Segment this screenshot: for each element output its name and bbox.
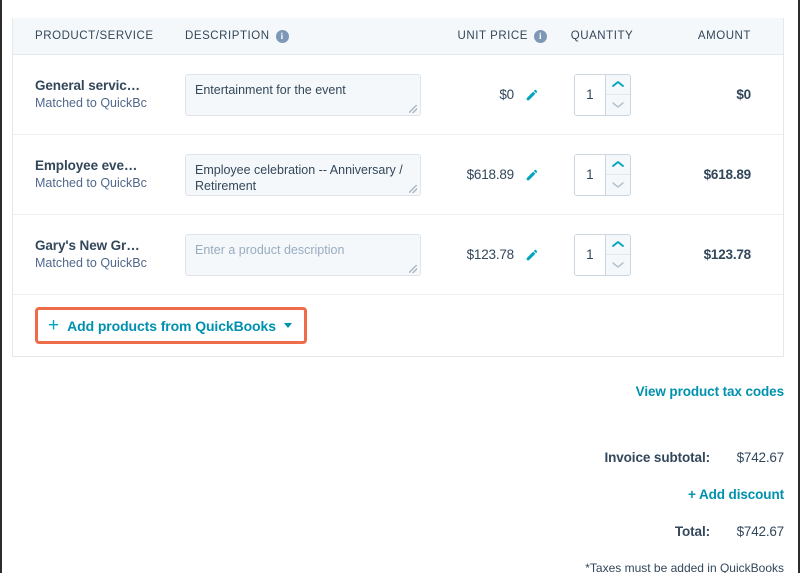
description-cell: Enter a product description [185,233,427,276]
unit-price-value: $0 [499,87,514,102]
column-header-description: DESCRIPTION i [185,29,427,43]
table-row: Employee eve… Matched to QuickBc Employe… [13,135,783,215]
table-header-row: PRODUCT/SERVICE DESCRIPTION i UNIT PRICE… [13,18,783,55]
quantity-increment-icon[interactable] [606,75,630,95]
column-header-unit-price-label: UNIT PRICE [457,30,528,42]
quantity-stepper[interactable]: 1 [573,233,631,276]
plus-icon: + [48,315,60,336]
product-name: Gary's New Gr… [35,238,140,253]
column-header-quantity: QUANTITY [547,30,657,42]
subtotal-line: Invoice subtotal: $742.67 [364,450,784,465]
product-name: Employee eve… [35,158,138,173]
product-match-status: Matched to QuickBc [35,256,147,270]
resize-handle-icon[interactable] [409,184,418,194]
quantity-input[interactable]: 1 [574,234,606,275]
unit-price-value: $123.78 [466,247,515,262]
window-left-edge [0,0,2,573]
add-products-label: Add products from QuickBooks [67,317,276,334]
column-header-amount-label: AMOUNT [697,30,751,42]
invoice-line-items-screen: PRODUCT/SERVICE DESCRIPTION i UNIT PRICE… [0,0,800,573]
table-row: General servic… Matched to QuickBc Enter… [13,55,783,135]
quantity-decrement-icon[interactable] [606,175,629,195]
total-label: Total: [674,524,710,539]
description-cell: Entertainment for the event [185,73,427,116]
quantity-increment-icon[interactable] [606,155,630,175]
quantity-input[interactable]: 1 [574,74,606,115]
column-header-quantity-label: QUANTITY [570,30,634,42]
quantity-increment-icon[interactable] [606,235,630,255]
invoice-summary: Invoice subtotal: $742.67 + Add discount… [364,450,784,573]
product-name: General servic… [35,78,141,93]
quantity-arrows [605,154,630,195]
description-input[interactable]: Employee celebration -- Anniversary / Re… [185,153,421,196]
quantity-input[interactable]: 1 [574,154,606,195]
total-line: Total: $742.67 [364,524,784,539]
chevron-down-icon[interactable] [283,323,292,328]
column-header-amount: AMOUNT [657,30,771,42]
unit-price-info-icon[interactable]: i [534,29,547,43]
column-header-unit-price: UNIT PRICE i [427,29,547,43]
total-value: $742.67 [736,524,785,539]
quantity-arrows [605,234,630,275]
table-row: Gary's New Gr… Matched to QuickBc Enter … [13,215,783,295]
description-info-icon[interactable]: i [275,29,289,43]
subtotal-value: $742.67 [736,450,785,465]
quantity-stepper[interactable]: 1 [573,153,631,196]
product-match-status: Matched to QuickBc [35,176,147,190]
tax-note: *Taxes must be added in QuickBooks [585,561,784,573]
subtotal-label: Invoice subtotal: [604,450,710,465]
quantity-arrows [605,74,630,115]
add-products-row: + Add products from QuickBooks [13,295,783,356]
resize-handle-icon[interactable] [409,104,418,114]
column-header-description-label: DESCRIPTION [185,30,270,42]
unit-price-cell: $0 [427,87,547,102]
quantity-cell: 1 [547,153,657,196]
product-cell[interactable]: General servic… Matched to QuickBc [13,77,185,112]
amount-cell: $0 [736,87,751,102]
resize-handle-icon[interactable] [409,264,418,274]
edit-pencil-icon[interactable] [525,168,539,182]
quantity-stepper[interactable]: 1 [573,73,631,116]
view-product-tax-codes-link[interactable]: View product tax codes [636,384,784,399]
column-header-product: PRODUCT/SERVICE [13,30,185,42]
description-cell: Employee celebration -- Anniversary / Re… [185,153,427,196]
amount-cell: $618.89 [703,167,752,182]
unit-price-cell: $618.89 [427,167,547,182]
quantity-cell: 1 [547,73,657,116]
description-input[interactable]: Entertainment for the event [185,73,421,116]
unit-price-value: $618.89 [466,167,515,182]
edit-pencil-icon[interactable] [525,248,539,262]
line-items-table: PRODUCT/SERVICE DESCRIPTION i UNIT PRICE… [12,18,784,357]
edit-pencil-icon[interactable] [525,88,539,102]
add-products-from-quickbooks-button[interactable]: + Add products from QuickBooks [35,307,307,344]
add-discount-link[interactable]: + Add discount [364,487,784,502]
unit-price-cell: $123.78 [427,247,547,262]
quantity-decrement-icon[interactable] [606,95,629,115]
product-cell[interactable]: Employee eve… Matched to QuickBc [13,157,185,192]
column-header-product-label: PRODUCT/SERVICE [35,30,154,42]
amount-cell: $123.78 [703,247,752,262]
quantity-decrement-icon[interactable] [606,255,629,275]
product-cell[interactable]: Gary's New Gr… Matched to QuickBc [13,237,185,272]
description-input[interactable]: Enter a product description [185,233,421,276]
product-match-status: Matched to QuickBc [35,96,147,110]
quantity-cell: 1 [547,233,657,276]
